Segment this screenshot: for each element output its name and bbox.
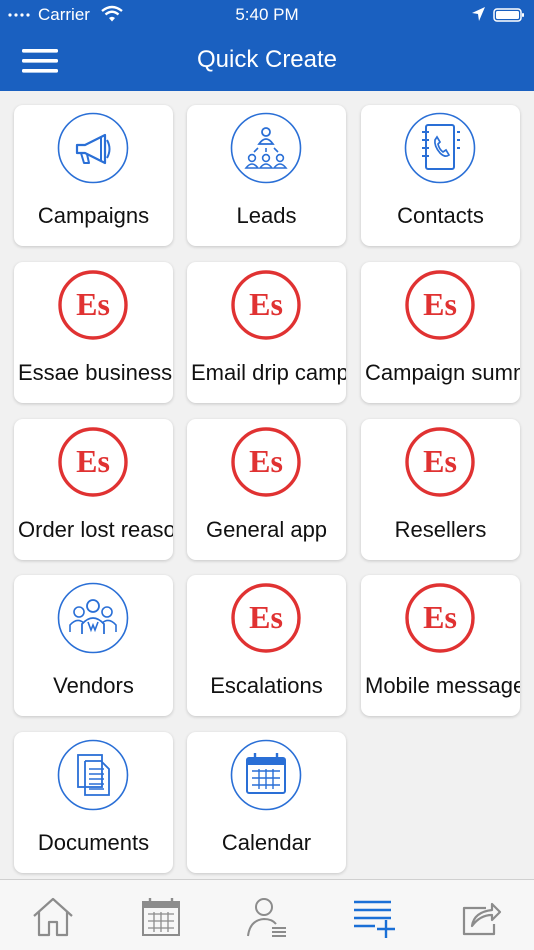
bottom-tab-bar xyxy=(0,879,534,950)
es-logo-icon: Es xyxy=(231,427,301,497)
tile-label: Documents xyxy=(37,830,150,855)
es-logo-text: Es xyxy=(423,443,457,479)
profile-list-icon[interactable] xyxy=(244,894,290,940)
share-icon[interactable] xyxy=(458,894,504,940)
tile-label: Escalations xyxy=(210,673,323,698)
tile-mobile-message[interactable]: Es Mobile message xyxy=(361,575,520,716)
es-logo-text: Es xyxy=(249,286,283,322)
tile-order-lost-reason[interactable]: Es Order lost reason xyxy=(14,419,173,560)
battery-icon xyxy=(493,8,524,22)
tile-general-app[interactable]: Es General app xyxy=(187,419,346,560)
tile-essae-business[interactable]: Es Essae business xyxy=(14,262,173,403)
es-logo-icon: Es xyxy=(58,427,128,497)
tile-label: Campaigns xyxy=(37,203,150,228)
es-logo-text: Es xyxy=(249,599,283,635)
nav-bar: Quick Create xyxy=(0,30,534,91)
tile-label: General app xyxy=(205,517,328,542)
tile-contacts[interactable]: Contacts xyxy=(361,105,520,246)
calendar-tab-icon[interactable] xyxy=(138,894,184,940)
tile-email-drip-campaign[interactable]: Es Email drip campaign xyxy=(187,262,346,403)
tile-label: Vendors xyxy=(53,673,134,698)
calendar-icon xyxy=(230,739,302,811)
tile-label: Calendar xyxy=(221,830,312,855)
status-bar: Carrier 5:40 PM xyxy=(0,0,534,30)
tile-label: Campaign summary xyxy=(365,360,520,385)
tile-leads[interactable]: Leads xyxy=(187,105,346,246)
vendor-group-icon xyxy=(57,582,129,654)
documents-icon xyxy=(57,739,129,811)
es-logo-icon: Es xyxy=(231,583,301,653)
tile-campaigns[interactable]: Campaigns xyxy=(14,105,173,246)
es-logo-text: Es xyxy=(249,443,283,479)
es-logo-icon: Es xyxy=(405,270,475,340)
es-logo-text: Es xyxy=(76,286,110,322)
es-logo-text: Es xyxy=(423,599,457,635)
location-arrow-icon xyxy=(472,7,485,21)
es-logo-icon: Es xyxy=(405,427,475,497)
tile-escalations[interactable]: Es Escalations xyxy=(187,575,346,716)
tile-calendar[interactable]: Calendar xyxy=(187,732,346,873)
tile-label: Email drip campaign xyxy=(191,360,346,385)
tile-label: Essae business xyxy=(18,360,173,385)
tile-vendors[interactable]: Vendors xyxy=(14,575,173,716)
status-time: 5:40 PM xyxy=(235,5,299,24)
es-logo-icon: Es xyxy=(405,583,475,653)
tile-label: Contacts xyxy=(397,203,484,228)
quick-create-grid: Campaigns Leads Contacts Es Essae busine… xyxy=(0,91,534,879)
tile-documents[interactable]: Documents xyxy=(14,732,173,873)
home-icon[interactable] xyxy=(30,894,76,940)
quick-create-icon[interactable] xyxy=(351,894,397,940)
tile-label: Mobile message xyxy=(365,673,520,698)
es-logo-text: Es xyxy=(76,443,110,479)
es-logo-icon: Es xyxy=(231,270,301,340)
people-hierarchy-icon xyxy=(230,112,302,184)
tile-label: Order lost reason xyxy=(18,517,173,542)
hamburger-menu-icon[interactable] xyxy=(22,48,58,74)
megaphone-icon xyxy=(57,112,129,184)
es-logo-text: Es xyxy=(423,286,457,322)
page-title: Quick Create xyxy=(196,46,338,73)
tile-campaign-summary[interactable]: Es Campaign summary xyxy=(361,262,520,403)
contact-book-icon xyxy=(404,112,476,184)
tile-label: Leads xyxy=(236,203,297,228)
es-logo-icon: Es xyxy=(58,270,128,340)
tile-resellers[interactable]: Es Resellers xyxy=(361,419,520,560)
tile-label: Resellers xyxy=(394,517,487,542)
